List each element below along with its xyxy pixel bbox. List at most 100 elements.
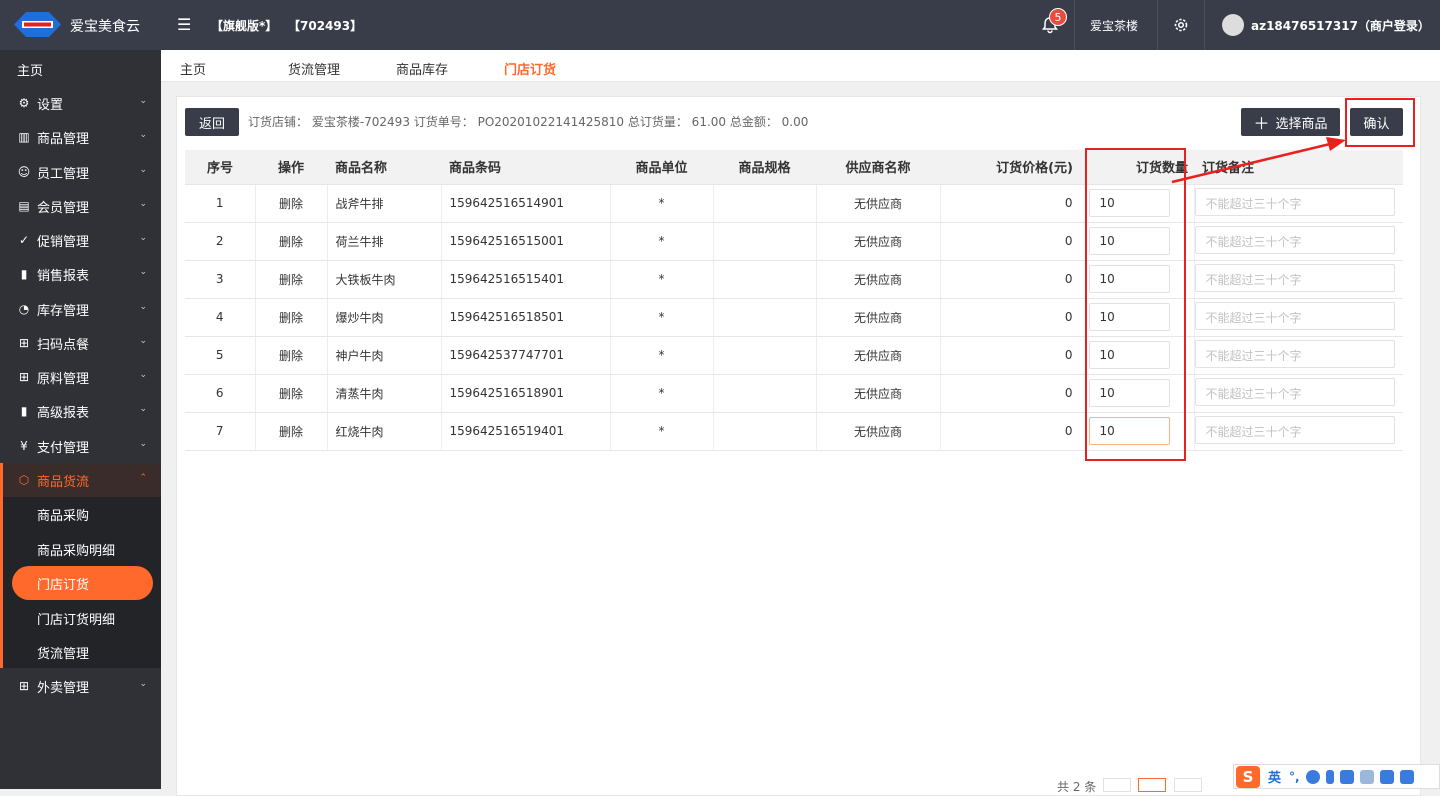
column-header: 订货备注 <box>1194 150 1403 185</box>
tab-home[interactable]: 主页 <box>180 59 206 78</box>
sidebar-item-advanced-report[interactable]: ▮ 高级报表 ⌄ <box>0 394 161 428</box>
next-page-button[interactable] <box>1174 778 1202 792</box>
sidebar-item-label: 商品采购 <box>37 508 90 524</box>
divider <box>1157 0 1158 50</box>
sidebar-subitem-flow-management[interactable]: 货流管理 <box>0 635 161 669</box>
avatar[interactable] <box>1222 14 1244 36</box>
table-row: 6 删除 清蒸牛肉 159642516518901 * 无供应商 0 <box>185 374 1403 413</box>
sidebar-item-payment[interactable]: ¥ 支付管理 ⌄ <box>0 429 161 463</box>
notification-badge: 5 <box>1049 8 1067 26</box>
chevron-down-icon: ⌄ <box>139 404 147 414</box>
prev-page-button[interactable] <box>1103 778 1131 792</box>
order-note-input[interactable] <box>1194 301 1395 330</box>
punctuation-icon[interactable]: °, <box>1289 770 1300 784</box>
sidebar-item-promotions[interactable]: ✓ 促销管理 ⌄ <box>0 223 161 257</box>
sidebar-item-staff[interactable]: ☺ 员工管理 ⌄ <box>0 155 161 189</box>
goods-unit: * <box>610 336 714 375</box>
delete-link[interactable]: 删除 <box>255 336 328 375</box>
row-number: 5 <box>185 336 256 375</box>
order-price: 0 <box>940 374 1086 413</box>
check-circle-icon: ✓ <box>18 233 30 247</box>
order-price: 0 <box>940 298 1086 337</box>
supplier-name: 无供应商 <box>816 260 941 299</box>
row-number: 4 <box>185 298 256 337</box>
sidebar-item-label: 门店订货 <box>37 577 90 593</box>
menu-toggle-icon[interactable]: ☰ <box>177 17 191 33</box>
emoji-icon[interactable] <box>1305 769 1320 784</box>
sidebar-subitem-purchase[interactable]: 商品采购 <box>0 497 161 531</box>
column-header: 供应商名称 <box>816 150 940 185</box>
pagination-summary: 共 2 条 <box>1057 780 1097 794</box>
user-account-label[interactable]: az18476517317（商户登录） <box>1251 17 1430 34</box>
row-number: 1 <box>185 184 256 223</box>
sogou-logo-icon[interactable]: S <box>1236 765 1260 788</box>
sidebar-item-settings[interactable]: ⚙ 设置 ⌄ <box>0 86 161 120</box>
order-note-input[interactable] <box>1194 263 1395 292</box>
order-note-input[interactable] <box>1194 415 1395 444</box>
order-price: 0 <box>940 184 1086 223</box>
goods-name: 爆炒牛肉 <box>327 298 442 337</box>
order-note-input[interactable] <box>1194 187 1395 216</box>
sidebar-item-label: 商品管理 <box>37 131 90 147</box>
ime-toolbar: S 英 °, <box>1233 764 1440 789</box>
goods-barcode: 159642516519401 <box>441 412 611 451</box>
sidebar-item-members[interactable]: ▤ 会员管理 ⌄ <box>0 189 161 223</box>
sidebar-item-label: 会员管理 <box>37 200 90 216</box>
sidebar-item-scan-order[interactable]: ⊞ 扫码点餐 ⌄ <box>0 326 161 360</box>
tab-store-order[interactable]: 门店订货 <box>504 59 556 78</box>
supplier-name: 无供应商 <box>816 412 941 451</box>
gear-icon: ⚙ <box>18 96 30 110</box>
sidebar-item-materials[interactable]: ⊞ 原料管理 ⌄ <box>0 360 161 394</box>
delete-link[interactable]: 删除 <box>255 298 328 337</box>
bar-chart-icon: ▮ <box>20 404 28 418</box>
order-note-input[interactable] <box>1194 377 1395 406</box>
sidebar-item-label: 库存管理 <box>37 303 90 319</box>
person-icon: ☺ <box>17 165 31 179</box>
sidebar-subitem-purchase-detail[interactable]: 商品采购明细 <box>0 532 161 566</box>
keyboard-icon[interactable] <box>1339 769 1354 784</box>
order-price: 0 <box>940 336 1086 375</box>
sidebar-item-goods-flow[interactable]: ⬡ 商品货流 ⌃ <box>0 463 161 497</box>
sidebar-subitem-store-order-detail[interactable]: 门店订货明细 <box>0 601 161 635</box>
shop-name-button[interactable]: 爱宝茶楼 <box>1090 17 1138 34</box>
goods-spec <box>713 260 817 299</box>
back-button[interactable]: 返回 <box>185 108 239 136</box>
delete-link[interactable]: 删除 <box>255 260 328 299</box>
delete-link[interactable]: 删除 <box>255 412 328 451</box>
table-row: 5 删除 神户牛肉 159642537747701 * 无供应商 0 <box>185 336 1403 375</box>
table-row: 7 删除 红烧牛肉 159642516519401 * 无供应商 0 <box>185 412 1403 451</box>
sidebar-item-label: 外卖管理 <box>37 680 90 696</box>
order-note-input[interactable] <box>1194 225 1395 254</box>
order-note-input[interactable] <box>1194 339 1395 368</box>
sidebar-item-home[interactable]: 主页 <box>0 52 161 86</box>
microphone-icon[interactable] <box>1325 769 1334 784</box>
sidebar-item-takeaway[interactable]: ⊞ 外卖管理 ⌄ <box>0 669 161 703</box>
grid-icon[interactable] <box>1399 769 1414 784</box>
delete-link[interactable]: 删除 <box>255 374 328 413</box>
ime-language-toggle[interactable]: 英 <box>1268 767 1281 786</box>
tab-goods-stock[interactable]: 商品库存 <box>396 59 448 78</box>
bar-chart-icon: ▮ <box>20 267 28 281</box>
button-label: 选择商品 <box>1275 116 1328 132</box>
edition-label: 【旗舰版*】 <box>211 19 278 33</box>
sidebar-item-goods[interactable]: ▥ 商品管理 ⌄ <box>0 120 161 154</box>
sidebar-item-inventory[interactable]: ◔ 库存管理 ⌄ <box>0 292 161 326</box>
row-number: 6 <box>185 374 256 413</box>
goods-name: 清蒸牛肉 <box>327 374 442 413</box>
page-button-current[interactable] <box>1138 778 1166 792</box>
select-goods-button[interactable]: ＋ 选择商品 <box>1241 108 1340 136</box>
skin-icon[interactable] <box>1379 769 1394 784</box>
sidebar-subitem-store-order[interactable]: 门店订货 <box>12 566 153 600</box>
delete-link[interactable]: 删除 <box>255 222 328 261</box>
user-icon[interactable] <box>1359 769 1374 784</box>
tab-flow-management[interactable]: 货流管理 <box>288 59 340 78</box>
delete-link[interactable]: 删除 <box>255 184 328 223</box>
cube-icon: ⬡ <box>18 473 30 487</box>
note-cell <box>1194 298 1403 337</box>
chevron-down-icon: ⌄ <box>139 96 147 106</box>
plus-icon: ＋ <box>1253 114 1270 133</box>
goods-name: 荷兰牛排 <box>327 222 442 261</box>
gear-icon[interactable] <box>1172 16 1190 34</box>
goods-unit: * <box>610 412 714 451</box>
sidebar-item-sales-report[interactable]: ▮ 销售报表 ⌄ <box>0 257 161 291</box>
